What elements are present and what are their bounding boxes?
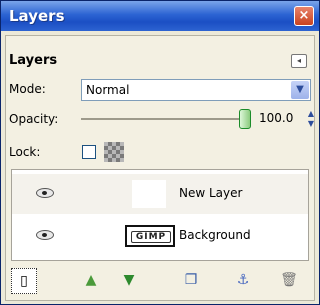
opacity-slider-thumb[interactable] — [239, 109, 251, 129]
opacity-label: Opacity: — [9, 112, 59, 126]
window-title: Layers — [9, 7, 65, 25]
layer-thumbnail — [132, 180, 166, 208]
dock-header: Layers — [9, 53, 58, 68]
duplicate-layer-button[interactable]: ❐ — [179, 268, 203, 292]
lock-label: Lock: — [9, 145, 41, 159]
eye-icon[interactable] — [36, 188, 54, 198]
new-layer-icon: ▯ — [20, 273, 28, 289]
opacity-slider-track[interactable] — [81, 118, 241, 120]
mode-select[interactable]: Normal ▼ — [81, 79, 311, 101]
anchor-layer-button[interactable]: ⚓ — [231, 268, 255, 292]
opacity-spin-button[interactable]: ▲ ▼ — [306, 109, 316, 129]
mode-value: Normal — [86, 83, 130, 97]
layer-name[interactable]: New Layer — [179, 186, 242, 200]
layer-name[interactable]: Background — [179, 228, 251, 242]
anchor-icon: ⚓ — [236, 272, 250, 288]
new-layer-button[interactable]: ▯ — [11, 268, 37, 294]
trash-icon: 🗑 — [280, 272, 298, 288]
layer-row[interactable]: New Layer — [12, 174, 308, 214]
opacity-value[interactable]: 100.0 — [259, 111, 293, 125]
gimp-logo: GIMP — [131, 231, 171, 243]
duplicate-icon: ❐ — [184, 272, 198, 288]
delete-layer-button[interactable]: 🗑 — [277, 268, 301, 292]
lock-alpha-icon[interactable] — [104, 142, 124, 162]
close-button[interactable]: × — [294, 6, 314, 26]
raise-arrow-icon: ▲ — [85, 272, 97, 288]
close-icon: × — [298, 8, 310, 23]
eye-icon[interactable] — [36, 230, 54, 240]
layers-toolbar: ▯ ▲ ▼ ❐ ⚓ 🗑 — [11, 265, 309, 295]
tab-menu-icon[interactable]: ◂ — [291, 54, 307, 68]
lock-pixels-checkbox[interactable] — [82, 145, 96, 159]
layers-window: Layers × Layers ◂ Mode: Normal ▼ Opacity… — [0, 0, 320, 305]
lower-layer-button[interactable]: ▼ — [117, 268, 141, 292]
layer-thumbnail: GIMP — [125, 225, 175, 247]
mode-label: Mode: — [9, 82, 46, 96]
layers-dock-panel — [5, 35, 315, 301]
chevron-down-icon[interactable]: ▼ — [291, 81, 309, 99]
lower-arrow-icon: ▼ — [123, 272, 135, 288]
raise-layer-button[interactable]: ▲ — [79, 268, 103, 292]
layer-row[interactable]: GIMP Background — [12, 216, 308, 256]
layers-list[interactable]: New Layer GIMP Background — [11, 169, 309, 261]
title-bar[interactable]: Layers × — [1, 1, 319, 31]
